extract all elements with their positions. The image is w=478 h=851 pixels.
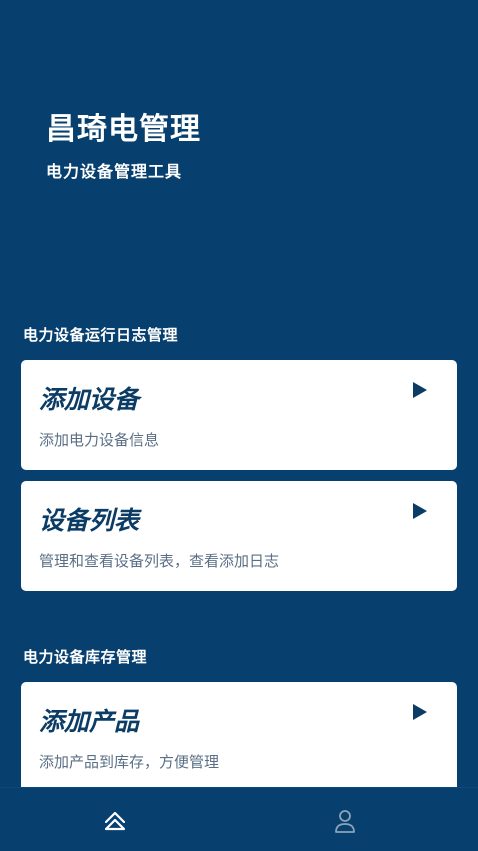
- tab-profile[interactable]: [325, 802, 365, 842]
- tab-home[interactable]: [95, 802, 135, 842]
- section-title-operation-log: 电力设备运行日志管理: [23, 326, 179, 344]
- play-arrow-icon: [413, 704, 427, 720]
- card-title: 添加产品: [39, 707, 140, 736]
- card-title: 添加设备: [39, 385, 140, 414]
- app-header: 昌琦电管理 电力设备管理工具: [46, 104, 201, 182]
- section-title-inventory: 电力设备库存管理: [23, 648, 148, 666]
- play-arrow-icon: [413, 503, 427, 519]
- card-description: 添加电力设备信息: [39, 431, 160, 449]
- add-product-card[interactable]: 添加产品 添加产品到库存，方便管理: [21, 682, 457, 792]
- card-description: 添加产品到库存，方便管理: [39, 753, 220, 771]
- home-icon: [104, 811, 126, 831]
- add-device-card[interactable]: 添加设备 添加电力设备信息: [21, 360, 457, 470]
- user-icon: [335, 810, 355, 833]
- play-arrow-icon: [413, 382, 427, 398]
- card-description: 管理和查看设备列表，查看添加日志: [39, 552, 280, 570]
- app-title: 昌琦电管理: [46, 112, 201, 147]
- device-list-card[interactable]: 设备列表 管理和查看设备列表，查看添加日志: [21, 481, 457, 591]
- app-subtitle: 电力设备管理工具: [46, 162, 183, 181]
- bottom-tab-bar: [0, 787, 478, 851]
- card-title: 设备列表: [39, 506, 140, 535]
